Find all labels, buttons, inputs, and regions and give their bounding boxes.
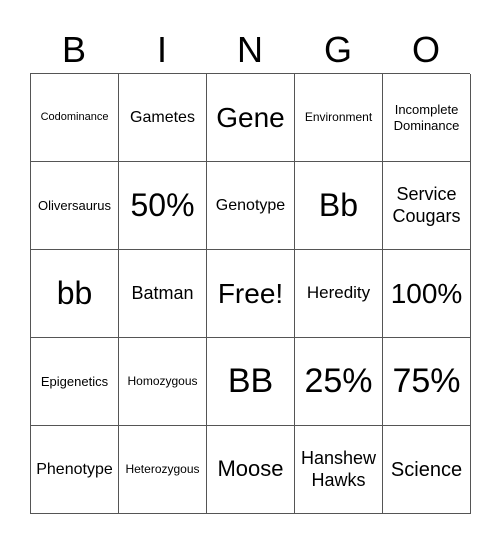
bingo-header: B I N G O (30, 28, 470, 72)
bingo-cell[interactable]: 25% (295, 338, 383, 426)
bingo-cell[interactable]: Service Cougars (383, 162, 471, 250)
bingo-cell[interactable]: BB (207, 338, 295, 426)
bingo-cell[interactable]: Codominance (31, 74, 119, 162)
bingo-cell[interactable]: 100% (383, 250, 471, 338)
bingo-cell[interactable]: bb (31, 250, 119, 338)
bingo-cell[interactable]: Homozygous (119, 338, 207, 426)
bingo-cell[interactable]: Hanshew Hawks (295, 426, 383, 514)
header-letter-b: B (61, 29, 86, 70)
bingo-grid: Codominance Gametes Gene Environment Inc… (30, 73, 471, 514)
bingo-cell[interactable]: Oliversaurus (31, 162, 119, 250)
header-letter-g: G (323, 29, 352, 70)
bingo-cell[interactable]: Genotype (207, 162, 295, 250)
bingo-cell[interactable]: Heredity (295, 250, 383, 338)
bingo-cell[interactable]: Moose (207, 426, 295, 514)
bingo-cell[interactable]: Science (383, 426, 471, 514)
bingo-cell[interactable]: Gene (207, 74, 295, 162)
bingo-cell[interactable]: 50% (119, 162, 207, 250)
bingo-cell[interactable]: Environment (295, 74, 383, 162)
bingo-cell[interactable]: 75% (383, 338, 471, 426)
header-letter-n: N (237, 29, 263, 70)
free-space-cell[interactable]: Free! (207, 250, 295, 338)
header-letter-i: I (156, 29, 167, 70)
bingo-cell[interactable]: Bb (295, 162, 383, 250)
bingo-cell[interactable]: Incomplete Dominance (383, 74, 471, 162)
bingo-cell[interactable]: Epigenetics (31, 338, 119, 426)
bingo-cell[interactable]: Gametes (119, 74, 207, 162)
header-letter-o: O (411, 29, 440, 70)
bingo-cell[interactable]: Batman (119, 250, 207, 338)
bingo-cell[interactable]: Phenotype (31, 426, 119, 514)
bingo-cell[interactable]: Heterozygous (119, 426, 207, 514)
